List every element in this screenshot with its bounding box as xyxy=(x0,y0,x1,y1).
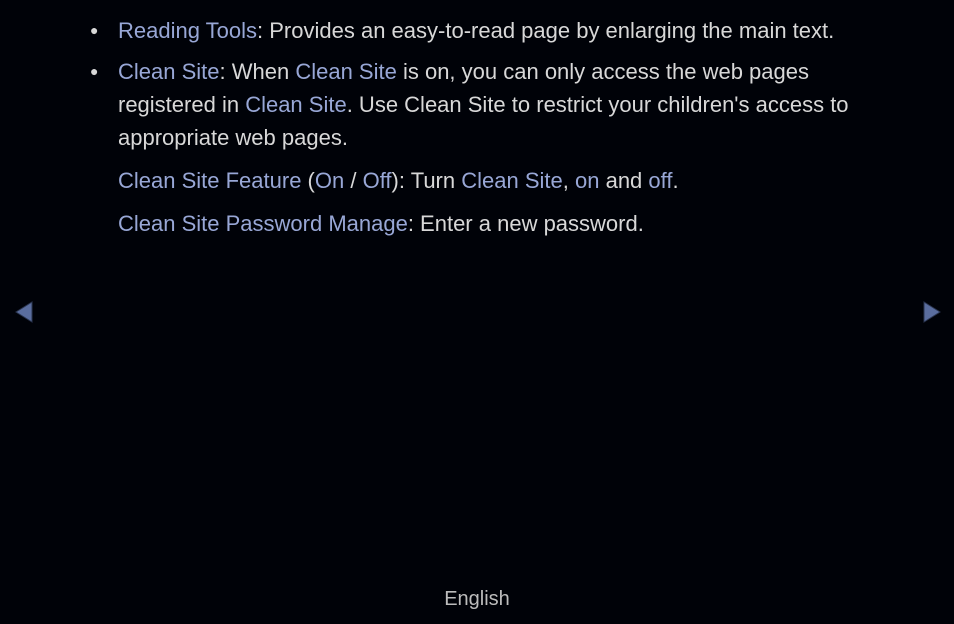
term-clean-site-feature: Clean Site Feature xyxy=(118,168,301,193)
list-item: Reading Tools: Provides an easy-to-read … xyxy=(90,14,864,47)
term-on: On xyxy=(315,168,344,193)
desc-text: : Enter a new password. xyxy=(408,211,644,236)
term-reading-tools: Reading Tools xyxy=(118,18,257,43)
term-clean-site-inline: Clean Site xyxy=(245,92,347,117)
bullet-list: Reading Tools: Provides an easy-to-read … xyxy=(90,14,864,240)
desc-text: . xyxy=(672,168,678,193)
list-item: Clean Site: When Clean Site is on, you c… xyxy=(90,55,864,240)
term-clean-site: Clean Site xyxy=(118,59,220,84)
triangle-right-icon xyxy=(922,300,942,324)
term-off-inline: off xyxy=(648,168,672,193)
term-on-inline: on xyxy=(575,168,599,193)
term-off: Off xyxy=(363,168,392,193)
sub-paragraph: Clean Site Feature (On / Off): Turn Clea… xyxy=(118,164,864,197)
term-clean-site-inline: Clean Site xyxy=(295,59,397,84)
desc-text: : Provides an easy-to-read page by enlar… xyxy=(257,18,834,43)
desc-text: / xyxy=(344,168,362,193)
desc-text: ( xyxy=(301,168,314,193)
prev-page-button[interactable] xyxy=(14,300,34,324)
footer-language: English xyxy=(0,584,954,614)
help-content: Reading Tools: Provides an easy-to-read … xyxy=(0,0,954,240)
sub-paragraph: Clean Site Password Manage: Enter a new … xyxy=(118,207,864,240)
triangle-left-icon xyxy=(14,300,34,324)
term-clean-site-password: Clean Site Password Manage xyxy=(118,211,408,236)
next-page-button[interactable] xyxy=(922,300,942,324)
desc-text: ): Turn xyxy=(392,168,462,193)
desc-text: and xyxy=(599,168,648,193)
desc-text: , xyxy=(563,168,575,193)
desc-text: : When xyxy=(220,59,296,84)
term-clean-site-inline: Clean Site xyxy=(461,168,563,193)
